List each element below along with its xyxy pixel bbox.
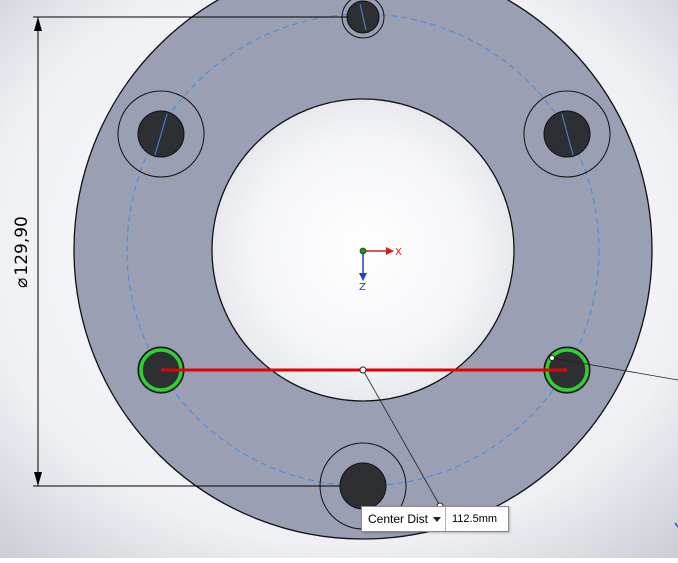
measure-type-label: Center Dist — [368, 512, 429, 526]
model-view[interactable]: ⌀ 129,90 X Z — [0, 0, 678, 558]
x-axis-label: X — [395, 247, 402, 258]
measure-readout[interactable]: Center Dist 112.5mm — [361, 506, 509, 532]
diameter-symbol: ⌀ — [12, 278, 32, 288]
measure-value-field[interactable]: 112.5mm — [446, 507, 508, 531]
chevron-down-icon[interactable] — [433, 516, 441, 522]
measure-type-dropdown[interactable]: Center Dist — [362, 507, 446, 531]
measure-endpoint — [549, 355, 555, 361]
diameter-value: 129,90 — [12, 216, 32, 275]
origin-point — [359, 247, 367, 255]
graphics-area[interactable]: ⌀ 129,90 X Z — [0, 0, 678, 558]
measure-midpoint — [359, 366, 367, 374]
z-axis-label: Z — [359, 282, 366, 293]
